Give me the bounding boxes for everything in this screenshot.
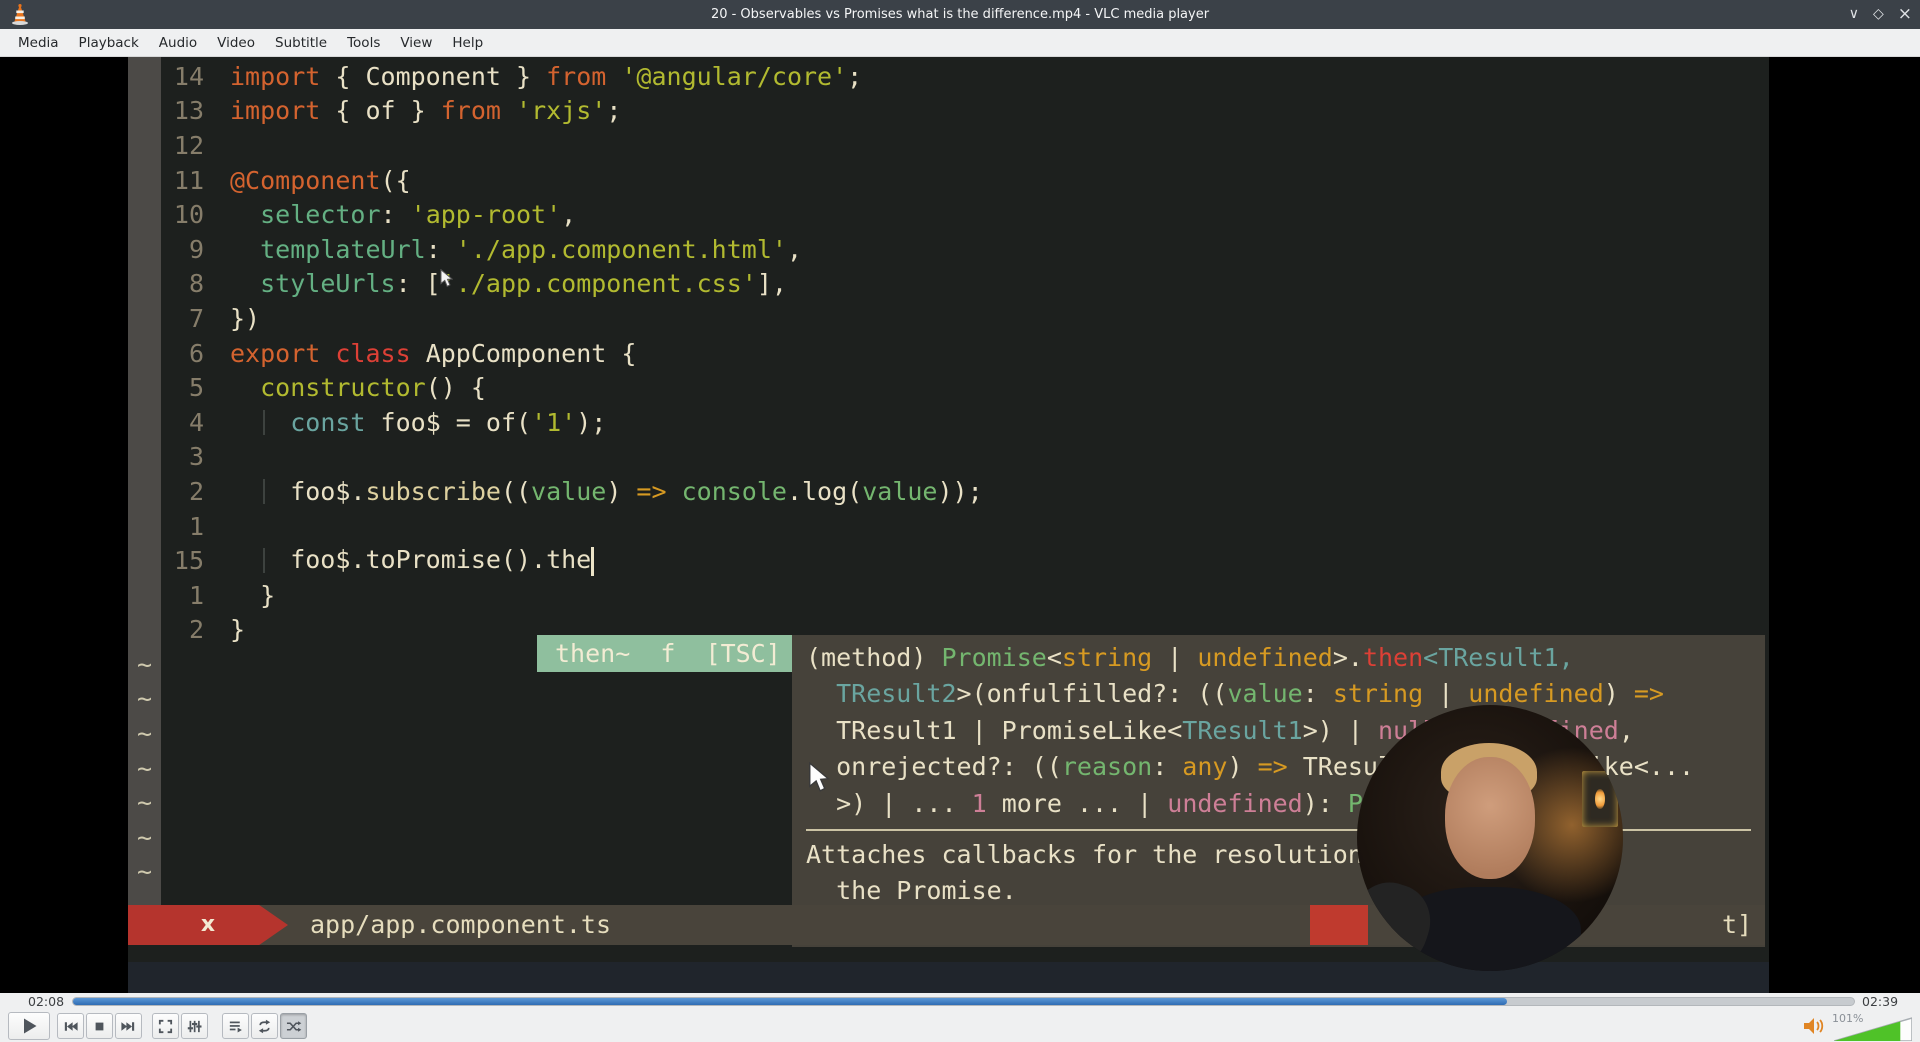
line-number: 7 — [188, 303, 204, 333]
line-number: 2 — [188, 476, 204, 506]
lamp-flame — [1595, 789, 1605, 809]
speaker-icon[interactable] — [1802, 1016, 1826, 1036]
insert-cursor — [591, 546, 595, 576]
code-line: 4 const foo$ = of('1'); — [128, 405, 1769, 440]
maximize-icon[interactable]: ◇ — [1873, 0, 1884, 29]
code-line: 5 constructor() { — [128, 370, 1769, 405]
volume-slider[interactable] — [1834, 1017, 1912, 1041]
code-line: 2 foo$.subscribe((value) => console.log(… — [128, 474, 1769, 509]
minimize-icon[interactable]: ∨ — [1849, 0, 1859, 29]
code-line: 11 @Component({ — [128, 163, 1769, 198]
seek-bar[interactable] — [72, 997, 1855, 1006]
indent-guide — [263, 548, 265, 573]
code-line: 10 selector: 'app-root', — [128, 197, 1769, 232]
window-title: 20 - Observables vs Promises what is the… — [710, 7, 1210, 22]
code-line: 15 foo$.toPromise().the — [128, 543, 1769, 578]
line-number: 15 — [173, 546, 204, 576]
fullscreen-button[interactable] — [152, 1013, 179, 1039]
code-line: 9 templateUrl: './app.component.html', — [128, 232, 1769, 267]
line-number: 2 — [188, 615, 204, 645]
elapsed-time: 02:08 — [28, 994, 65, 1009]
player-controls: 101% — [0, 1010, 1920, 1042]
line-number: 13 — [173, 96, 204, 126]
menu-bar: Media Playback Audio Video Subtitle Tools View… — [0, 29, 1920, 57]
indent-guide — [263, 409, 265, 435]
code-line: 3 — [128, 440, 1769, 475]
code-line: 8 styleUrls: ['./app.component.css'], — [128, 267, 1769, 302]
previous-button[interactable] — [57, 1013, 84, 1039]
line-number: 11 — [173, 165, 204, 195]
loop-button[interactable] — [251, 1013, 278, 1039]
line-number: 4 — [188, 407, 204, 437]
menu-tools[interactable]: Tools — [337, 31, 390, 55]
code-line: 14 import { Component } from '@angular/co… — [128, 59, 1769, 94]
vlc-window: 20 - Observables vs Promises what is the… — [0, 0, 1920, 1042]
title-bar: 20 - Observables vs Promises what is the… — [0, 0, 1920, 29]
mouse-pointer-small-icon — [440, 269, 453, 287]
line-number: 3 — [188, 442, 204, 472]
play-button[interactable] — [8, 1012, 50, 1040]
seek-row: 02:08 02:39 — [0, 993, 1920, 1010]
code-line: 12 — [128, 128, 1769, 163]
signature-line: TResult2>(onfulfilled?: ((value: string … — [806, 679, 1664, 709]
autocomplete-popup[interactable]: then~ f [TSC] — [537, 635, 792, 672]
presenter-face — [1445, 757, 1535, 879]
menu-playback[interactable]: Playback — [69, 31, 149, 55]
indent-guide — [263, 479, 265, 504]
menu-video[interactable]: Video — [207, 31, 265, 55]
line-number: 14 — [173, 61, 204, 91]
code-line: 13 import { of } from 'rxjs'; — [128, 94, 1769, 129]
code-line: 1 } — [128, 578, 1769, 613]
extended-settings-button[interactable] — [181, 1013, 208, 1039]
line-number: 9 — [188, 234, 204, 264]
menu-media[interactable]: Media — [8, 31, 69, 55]
line-number: 5 — [188, 373, 204, 403]
menu-help[interactable]: Help — [442, 31, 493, 55]
line-number: 1 — [188, 511, 204, 541]
menu-subtitle[interactable]: Subtitle — [265, 31, 337, 55]
line-number: 10 — [173, 200, 204, 230]
line-number: 1 — [188, 580, 204, 610]
next-button[interactable] — [115, 1013, 142, 1039]
close-tab[interactable]: x — [128, 905, 288, 945]
statusline-right-fragment: t] — [1722, 910, 1753, 939]
code-line: 6 export class AppComponent { — [128, 336, 1769, 371]
close-icon[interactable]: × — [1898, 0, 1912, 29]
signature-line: (method) Promise<string | undefined>.the… — [806, 643, 1574, 672]
seek-bar-fill — [73, 998, 1507, 1005]
code-line: 7}) — [128, 301, 1769, 336]
menu-audio[interactable]: Audio — [149, 31, 207, 55]
playlist-button[interactable] — [222, 1013, 249, 1039]
mouse-pointer-icon — [809, 762, 830, 792]
volume-widget: 101% — [1802, 1010, 1914, 1042]
filename-label: app/app.component.ts — [310, 910, 612, 939]
webcam-overlay — [1357, 705, 1623, 971]
code-line: 1 — [128, 509, 1769, 544]
total-time: 02:39 — [1862, 994, 1899, 1009]
random-button[interactable] — [280, 1013, 307, 1039]
line-number: 6 — [188, 338, 204, 368]
line-number: 8 — [188, 269, 204, 299]
menu-view[interactable]: View — [390, 31, 442, 55]
video-area[interactable]: 14 import { Component } from '@angular/co… — [0, 57, 1920, 1042]
stop-button[interactable] — [86, 1013, 113, 1039]
line-number: 12 — [173, 130, 204, 160]
